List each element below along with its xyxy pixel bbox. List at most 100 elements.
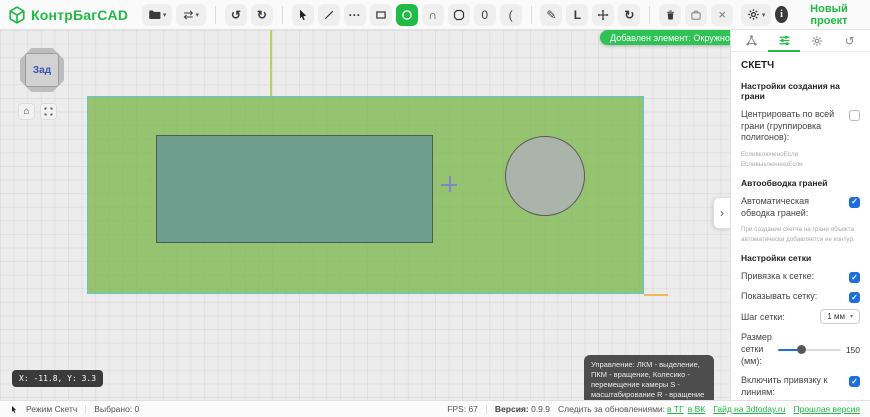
sketch-rectangle-shape[interactable]	[156, 135, 433, 243]
spline-icon: (	[509, 8, 513, 22]
fit-view-button[interactable]	[40, 103, 57, 120]
selection-count: Выбрано: 0	[94, 404, 139, 414]
frame-corners-icon	[44, 107, 53, 116]
grid-size-value: 150	[846, 345, 860, 355]
gear-icon	[811, 35, 823, 47]
new-project-button[interactable]: Новый проект	[800, 3, 858, 27]
mode-label: Режим Скетч	[26, 404, 77, 414]
setting-row-show-grid: Показывать сетку:	[741, 291, 860, 303]
sidebar-content: СКЕТЧ Настройки создания на грани Центри…	[731, 52, 870, 417]
previous-version-link[interactable]: Прошлая версия	[793, 404, 860, 414]
grid-snap-checkbox[interactable]	[849, 272, 860, 283]
toolbar-divider	[215, 6, 216, 24]
chevron-right-icon: ›	[720, 206, 724, 220]
fps-counter: FPS: 67	[447, 404, 478, 414]
slider-knob[interactable]	[797, 345, 806, 354]
telegram-link[interactable]: в ТГ	[667, 404, 684, 414]
polygon-icon	[453, 9, 465, 21]
rotate-tool-button[interactable]: ↻	[618, 4, 640, 26]
setting-label: Включить привязку к линиям:	[741, 375, 843, 398]
sidebar-expand-button[interactable]: ›	[713, 197, 730, 229]
sliders-icon	[778, 34, 791, 47]
caret-down-icon: ▾	[195, 11, 199, 19]
undo-icon: ↺	[231, 8, 241, 22]
setting-label: Шаг сетки:	[741, 312, 814, 324]
delete-button[interactable]	[659, 4, 681, 26]
tab-history[interactable]: ↺	[837, 30, 863, 52]
toolbar-divider	[649, 6, 650, 24]
section-header-face: Настройки создания на грани	[741, 81, 860, 101]
grid-size-slider[interactable]	[778, 345, 841, 355]
line-tool-button[interactable]	[318, 4, 340, 26]
tab-app-settings[interactable]	[804, 30, 830, 52]
move-tool-button[interactable]	[592, 4, 614, 26]
rotate-icon: ↻	[624, 8, 634, 22]
controls-tooltip: Управление: ЛКМ - выделение, ПКМ - враще…	[584, 355, 714, 400]
mode-cursor-icon	[10, 405, 18, 414]
home-icon: ⌂	[23, 106, 29, 117]
cursor-icon	[297, 9, 309, 21]
file-menu-button[interactable]: ▾	[142, 4, 172, 26]
y-axis-line	[270, 30, 272, 96]
circle-icon	[401, 9, 413, 21]
arc-icon: ∩	[428, 8, 437, 22]
crosshair-cursor-icon	[441, 176, 457, 192]
undo-button[interactable]: ↺	[225, 4, 247, 26]
statusbar-divider	[85, 405, 86, 414]
polygon-tool-button[interactable]	[448, 4, 470, 26]
sidebar-tabs: ↺	[731, 30, 870, 52]
info-icon: i	[780, 9, 783, 20]
tab-sketch-settings[interactable]	[771, 30, 797, 52]
select-tool-button[interactable]	[292, 4, 314, 26]
setting-row-grid-step: Шаг сетки: 1 мм ▾	[741, 311, 860, 324]
line-snap-checkbox[interactable]	[849, 376, 860, 387]
spline-tool-button[interactable]: (	[500, 4, 522, 26]
view-cube[interactable]: Зад	[20, 48, 64, 92]
circle-tool-button[interactable]	[396, 4, 418, 26]
tab-hierarchy[interactable]	[738, 30, 764, 52]
angle-measure-button[interactable]: L	[566, 4, 588, 26]
settings-sidebar: ↺ СКЕТЧ Настройки создания на грани Цент…	[730, 30, 870, 400]
ellipse-tool-button[interactable]: 0	[474, 4, 496, 26]
clear-button[interactable]: ×	[711, 4, 733, 26]
cube-logo-icon	[8, 6, 26, 24]
settings-menu-button[interactable]: ▾	[741, 4, 771, 26]
view-cube-face[interactable]: Зад	[25, 53, 59, 87]
history-icon: ↺	[845, 34, 855, 48]
section-header-grid: Настройки сетки	[741, 253, 860, 263]
close-icon: ×	[718, 7, 726, 22]
auto-outline-checkbox[interactable]	[849, 197, 860, 208]
import-export-button[interactable]: ⇄ ▾	[176, 4, 206, 26]
dashed-line-icon: ···	[349, 8, 361, 22]
vk-link[interactable]: в ВК	[688, 404, 706, 414]
setting-hint: ЕсливключеноЕсли ЕсливыключеноЕсли	[741, 150, 860, 169]
redo-button[interactable]: ↻	[251, 4, 273, 26]
polyline-tool-button[interactable]: ···	[344, 4, 366, 26]
sketch-canvas[interactable]: Зад ⌂ Добавлен элемент: Окружность X: -1…	[0, 30, 730, 400]
setting-label: Центрировать по всей грани (группировка …	[741, 109, 843, 144]
section-header-outline: Автообводка граней	[741, 178, 860, 188]
main-toolbar: КонтрБагCAD ▾ ⇄ ▾ ↺ ↻ ···	[0, 0, 870, 30]
gear-icon	[747, 8, 760, 21]
show-grid-checkbox[interactable]	[849, 292, 860, 303]
caret-down-icon: ▾	[762, 11, 766, 19]
angle-ruler-icon: L	[574, 8, 581, 22]
move-icon	[597, 9, 609, 21]
line-icon	[323, 9, 335, 21]
setting-row-line-snap: Включить привязку к линиям:	[741, 375, 860, 398]
setting-row-center-on-face: Центрировать по всей грани (группировка …	[741, 109, 860, 144]
edit-tool-button[interactable]: ✎	[540, 4, 562, 26]
archive-icon-button[interactable]	[685, 4, 707, 26]
swap-arrows-icon: ⇄	[183, 8, 193, 22]
center-on-face-checkbox[interactable]	[849, 110, 860, 121]
info-button[interactable]: i	[775, 6, 788, 23]
sketch-circle-shape[interactable]	[505, 136, 585, 216]
home-view-button[interactable]: ⌂	[18, 103, 35, 120]
app-logo: КонтрБагCAD	[8, 6, 128, 24]
grid-step-select[interactable]: 1 мм ▾	[820, 309, 860, 324]
rectangle-tool-button[interactable]	[370, 4, 392, 26]
toast-notification: Добавлен элемент: Окружность	[600, 30, 730, 45]
arc-tool-button[interactable]: ∩	[422, 4, 444, 26]
guide-link[interactable]: Гайд на 3dtoday.ru	[713, 404, 785, 414]
setting-hint: При создании скетча на грани объекта авт…	[741, 225, 860, 244]
